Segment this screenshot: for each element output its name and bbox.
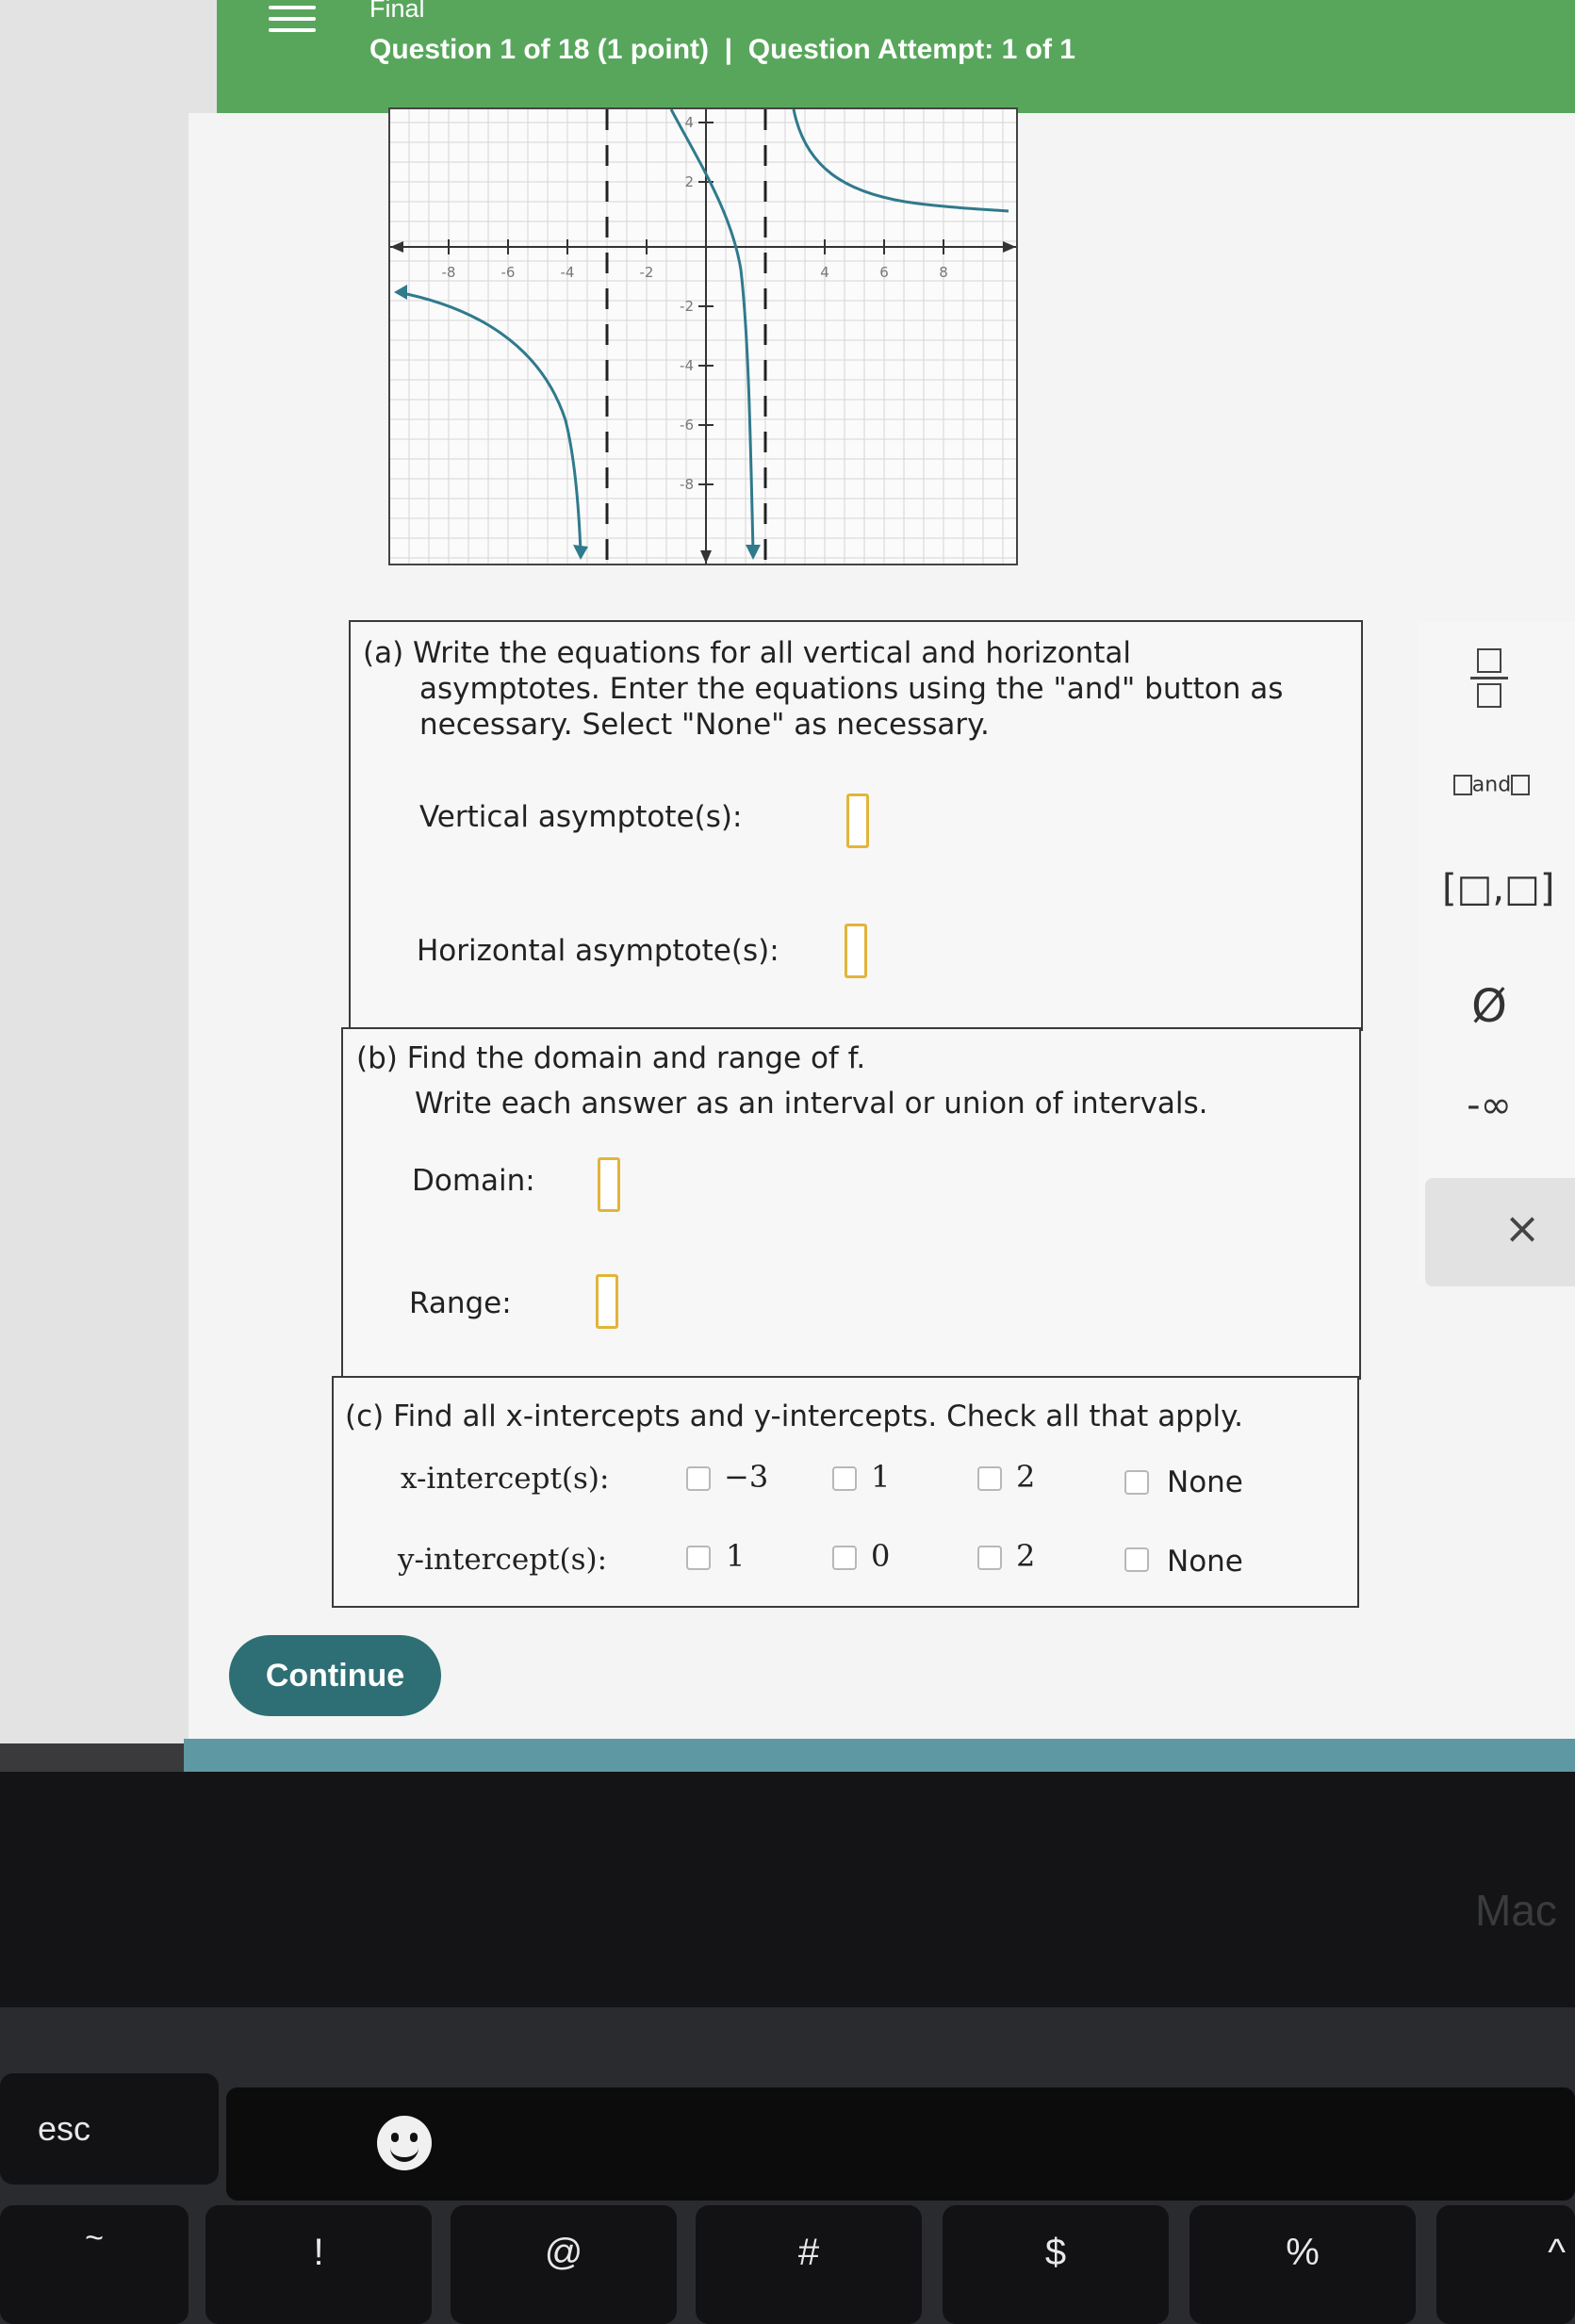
and-button-label: and xyxy=(1471,773,1512,797)
part-c-prompt: (c) Find all x-intercepts and y-intercep… xyxy=(345,1399,1243,1433)
horizontal-asymptote-input[interactable] xyxy=(845,924,867,978)
part-a-prompt-line2: asymptotes. Enter the equations using th… xyxy=(419,672,1284,706)
vertical-asymptote-input[interactable] xyxy=(846,794,869,848)
y-option-label: 2 xyxy=(1016,1538,1036,1574)
graph-svg: -8 -6 -4 -2 4 6 8 4 2 -2 -4 -6 -8 xyxy=(390,108,1016,564)
domain-input[interactable] xyxy=(598,1157,620,1212)
tilde-key[interactable]: ~ xyxy=(0,2205,189,2324)
x-tick-label: -8 xyxy=(442,264,456,281)
x-tick-label: -4 xyxy=(561,264,575,281)
keyboard: esc ~ ! @ # $ % ^ xyxy=(0,2007,1575,2324)
range-input[interactable] xyxy=(596,1274,618,1329)
x-option-checkbox[interactable] xyxy=(686,1466,711,1491)
key-3[interactable]: # xyxy=(696,2205,922,2324)
y-intercept-label: y-intercept(s): xyxy=(398,1543,608,1577)
x-option-label: 1 xyxy=(871,1459,891,1495)
grid-lines xyxy=(390,109,1016,564)
part-a-prompt-line1: (a) Write the equations for all vertical… xyxy=(363,636,1132,670)
y-option-label: None xyxy=(1167,1545,1243,1579)
x-tick-label: -2 xyxy=(640,264,654,281)
part-b-prompt-line1: (b) Find the domain and range of f. xyxy=(356,1041,866,1075)
footer-strip xyxy=(184,1739,1575,1772)
curve-left-branch xyxy=(397,290,582,553)
y-axis-arrow-down xyxy=(700,550,712,564)
page: Final Question 1 of 18 (1 point) | Quest… xyxy=(0,0,1575,1743)
laptop-bezel: Mac xyxy=(0,1772,1575,2007)
x-tick-label: -6 xyxy=(501,264,516,281)
y-option-checkbox[interactable] xyxy=(1124,1547,1149,1572)
x-tick-label: 8 xyxy=(939,264,948,281)
range-label: Range: xyxy=(409,1286,512,1320)
fraction-button[interactable] xyxy=(1470,648,1508,708)
continue-button[interactable]: Continue xyxy=(229,1635,441,1716)
brand-label: Mac xyxy=(1475,1886,1557,1935)
close-icon[interactable]: × xyxy=(1499,1203,1546,1253)
domain-label: Domain: xyxy=(412,1164,535,1198)
y-option-checkbox[interactable] xyxy=(832,1546,857,1570)
and-button[interactable]: and xyxy=(1447,773,1536,797)
esc-key[interactable]: esc xyxy=(0,2073,219,2185)
x-option-checkbox[interactable] xyxy=(832,1466,857,1491)
interval-button[interactable]: [□,□] xyxy=(1442,867,1555,910)
part-b-box xyxy=(341,1027,1361,1380)
key-6[interactable]: ^ xyxy=(1436,2205,1575,2324)
x-tick-label: 6 xyxy=(879,264,889,281)
x-intercept-label: x-intercept(s): xyxy=(401,1462,610,1496)
touch-bar[interactable] xyxy=(226,2087,1575,2201)
y-option-label: 0 xyxy=(871,1538,891,1574)
y-tick-label: -2 xyxy=(680,298,694,315)
x-tick-label: 4 xyxy=(820,264,829,281)
y-option-label: 1 xyxy=(726,1538,746,1574)
y-tick-label: 4 xyxy=(684,114,694,131)
x-option-checkbox[interactable] xyxy=(1124,1470,1149,1495)
left-margin xyxy=(0,0,217,1743)
x-option-checkbox[interactable] xyxy=(977,1466,1002,1491)
emoji-icon[interactable] xyxy=(377,2116,432,2170)
x-axis-arrow-left xyxy=(390,241,403,253)
x-option-label: −3 xyxy=(724,1459,769,1495)
empty-set-button[interactable]: Ø xyxy=(1466,980,1513,1033)
menu-icon[interactable] xyxy=(269,0,316,40)
key-2[interactable]: @ xyxy=(451,2205,677,2324)
browser-screen: Final Question 1 of 18 (1 point) | Quest… xyxy=(0,0,1575,1772)
y-option-checkbox[interactable] xyxy=(686,1546,711,1570)
curve-arrow xyxy=(394,285,407,300)
assignment-title: Final xyxy=(369,0,425,23)
x-option-label: 2 xyxy=(1016,1459,1036,1495)
y-tick-label: 2 xyxy=(684,173,694,190)
y-tick-label: -8 xyxy=(680,476,694,493)
horizontal-asymptote-label: Horizontal asymptote(s): xyxy=(417,934,779,968)
part-b-prompt-line2: Write each answer as an interval or unio… xyxy=(415,1087,1208,1121)
question-progress: Question 1 of 18 (1 point) | Question At… xyxy=(369,34,1075,65)
x-option-label: None xyxy=(1167,1465,1243,1499)
curve-right-branch xyxy=(792,108,1009,213)
key-5[interactable]: % xyxy=(1189,2205,1416,2324)
function-graph: -8 -6 -4 -2 4 6 8 4 2 -2 -4 -6 -8 xyxy=(388,107,1018,565)
key-4[interactable]: $ xyxy=(943,2205,1169,2324)
key-1[interactable]: ! xyxy=(205,2205,432,2324)
vertical-asymptote-label: Vertical asymptote(s): xyxy=(419,800,743,834)
part-a-prompt-line3: necessary. Select "None" as necessary. xyxy=(419,708,990,742)
x-axis-arrow-right xyxy=(1003,241,1016,253)
negative-infinity-button[interactable]: -∞ xyxy=(1447,1084,1532,1127)
y-option-checkbox[interactable] xyxy=(977,1546,1002,1570)
y-tick-label: -4 xyxy=(680,357,694,374)
y-tick-label: -6 xyxy=(680,417,694,434)
